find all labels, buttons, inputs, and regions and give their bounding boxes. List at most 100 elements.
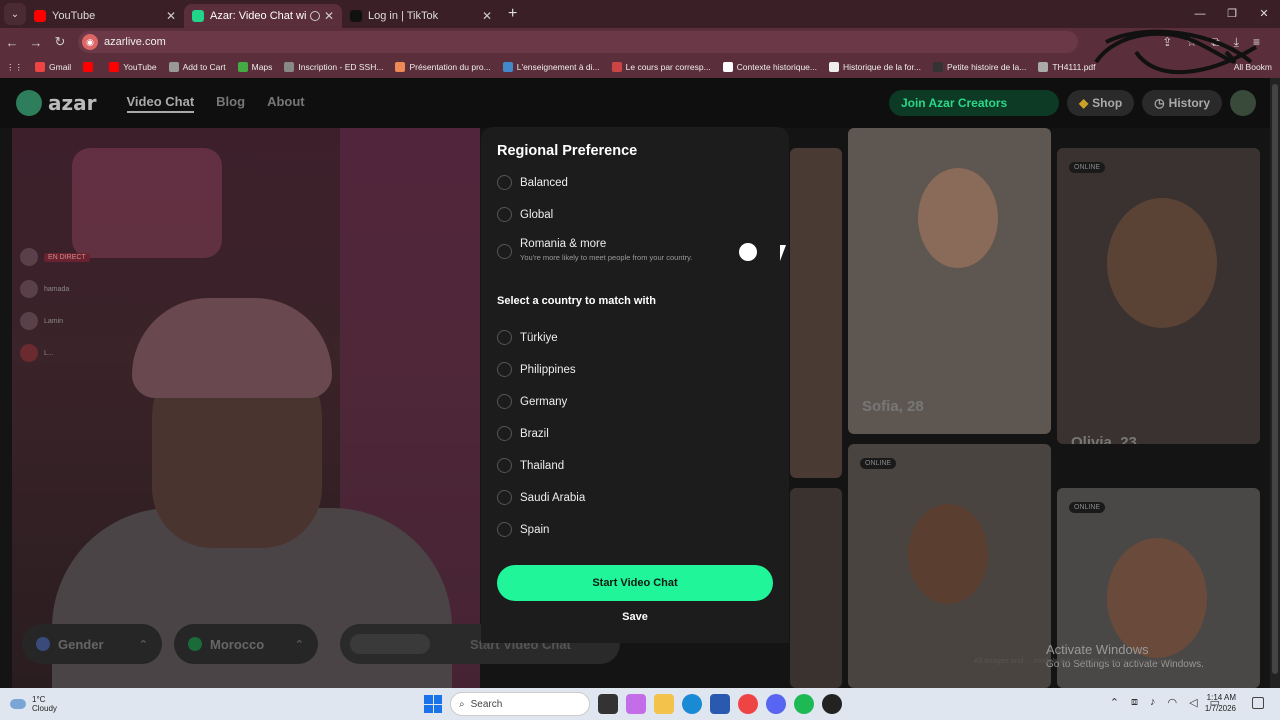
windows-start-icon[interactable] — [424, 695, 442, 713]
gender-filter-button[interactable]: Gender ⌃ — [22, 624, 162, 664]
azar-page: azar Video Chat Blog About Join Azar Cre… — [0, 78, 1270, 688]
chevron-up-icon[interactable]: ⌃ — [1110, 696, 1119, 709]
nav-blog[interactable]: Blog — [216, 94, 245, 113]
app-icon[interactable] — [822, 694, 842, 714]
bookmark-item[interactable] — [83, 62, 97, 72]
shop-button[interactable]: ◆ Shop — [1066, 90, 1135, 116]
nav-video-chat[interactable]: Video Chat — [126, 94, 195, 113]
profile-photo — [1107, 198, 1217, 328]
weather-widget[interactable]: 1°C Cloudy — [10, 695, 57, 713]
bookmark-item[interactable]: Le cours par corresp... — [611, 62, 711, 72]
copilot-icon[interactable] — [626, 694, 646, 714]
tab-youtube[interactable]: YouTube ✕ — [26, 4, 184, 28]
back-icon[interactable]: ← — [0, 35, 24, 50]
bookmark-item[interactable]: YouTube — [109, 62, 157, 72]
close-tab-icon[interactable]: ✕ — [166, 9, 176, 23]
discord-icon[interactable] — [766, 694, 786, 714]
radio-button[interactable] — [497, 175, 512, 190]
radio-button[interactable] — [497, 394, 512, 409]
scrollbar-thumb[interactable] — [1272, 84, 1278, 674]
profile-tile[interactable]: Sofia, 28 — [848, 128, 1051, 434]
close-tab-icon[interactable]: ✕ — [482, 9, 492, 23]
tab-azar[interactable]: Azar: Video Chat with New ✕ — [184, 4, 342, 28]
profile-tile[interactable]: ONLINE Olivia, 23 — [1057, 148, 1260, 444]
search-icon: ⌕ — [459, 698, 465, 710]
apps-icon[interactable]: ⋮⋮ — [6, 62, 23, 73]
tab-search-icon[interactable]: ⌄ — [4, 3, 26, 25]
bookmark-item[interactable]: Historique de la for... — [829, 62, 921, 72]
spotify-icon[interactable] — [794, 694, 814, 714]
bookmark-item[interactable]: Add to Cart — [168, 62, 226, 72]
store-icon[interactable] — [710, 694, 730, 714]
notification-icon[interactable] — [1252, 697, 1264, 709]
bookmark-item[interactable]: Contexte historique... — [722, 62, 817, 72]
country-toggle[interactable] — [738, 242, 772, 262]
start-video-chat-button[interactable]: Start Video Chat — [497, 565, 773, 601]
chrome-icon[interactable] — [738, 694, 758, 714]
history-button[interactable]: ◷ History — [1142, 90, 1222, 116]
forward-icon[interactable]: → — [24, 35, 48, 50]
bookmark-item[interactable]: Gmail — [35, 62, 71, 72]
microphone-icon[interactable]: ♪ — [1150, 696, 1156, 709]
country-option[interactable]: Türkiye — [497, 330, 558, 345]
profile-tile-partial[interactable] — [790, 148, 842, 478]
bookmark-item[interactable]: Inscription - ED SSH... — [284, 62, 383, 72]
country-option[interactable]: Germany — [497, 394, 567, 409]
country-option[interactable]: Spain — [497, 522, 549, 537]
radio-button[interactable] — [497, 330, 512, 345]
profile-avatar[interactable] — [1230, 90, 1256, 116]
tab-tiktok[interactable]: Log in | TikTok ✕ — [342, 4, 500, 28]
nav-about[interactable]: About — [267, 94, 305, 113]
country-label: Saudi Arabia — [520, 491, 586, 504]
country-option[interactable]: Brazil — [497, 426, 549, 441]
edge-icon[interactable] — [682, 694, 702, 714]
bookmark-item[interactable]: L'enseignement à di... — [502, 62, 600, 72]
option-global[interactable]: Global — [497, 207, 553, 222]
radio-button[interactable] — [497, 244, 512, 259]
save-button[interactable]: Save — [497, 611, 773, 623]
volume-icon[interactable]: ◁ — [1189, 696, 1197, 709]
file-explorer-icon[interactable] — [654, 694, 674, 714]
bookmark-icon — [35, 62, 45, 72]
taskbar-clock[interactable]: 1:14 AM 1/7/2026 — [1205, 692, 1236, 714]
taskbar-search[interactable]: ⌕ Search — [450, 692, 590, 716]
option-label: Balanced — [520, 176, 568, 189]
bookmark-item[interactable]: Présentation du pro... — [395, 62, 491, 72]
profile-tile[interactable]: ONLINE — [848, 444, 1051, 688]
radio-button[interactable] — [497, 362, 512, 377]
radio-button[interactable] — [497, 426, 512, 441]
modal-title: Regional Preference — [497, 143, 638, 159]
radio-button[interactable] — [497, 522, 512, 537]
option-romania[interactable]: Romania & more You're more likely to mee… — [497, 238, 692, 262]
person-cap — [132, 298, 332, 398]
radio-button[interactable] — [497, 207, 512, 222]
windows-taskbar: 1°C Cloudy ⌕ Search ⌃ ⧈ ♪ ◠ ◁ ▭ 1:14 AM … — [0, 688, 1280, 720]
network-icon[interactable]: ⧈ — [1131, 696, 1138, 709]
country-label: Morocco — [210, 636, 265, 652]
profile-photo — [908, 504, 988, 604]
avatar — [20, 280, 38, 298]
bookmark-item[interactable]: Maps — [237, 62, 273, 72]
bookmark-item[interactable]: Petite histoire de la... — [932, 62, 1026, 72]
country-option[interactable]: Thailand — [497, 458, 564, 473]
new-tab-button[interactable]: + — [508, 5, 517, 23]
task-view-icon[interactable] — [598, 694, 618, 714]
join-creators-button[interactable]: Join Azar Creators — [888, 90, 1059, 116]
reload-icon[interactable]: ↻ — [48, 34, 72, 50]
country-option[interactable]: Saudi Arabia — [497, 490, 585, 505]
azar-logo[interactable]: azar — [16, 90, 97, 116]
url-text: azarlive.com — [104, 36, 166, 48]
site-info-icon[interactable]: ◉ — [82, 34, 98, 50]
wifi-icon[interactable]: ◠ — [1168, 696, 1178, 709]
url-field[interactable]: ◉ azarlive.com — [78, 31, 1078, 53]
radio-button[interactable] — [497, 490, 512, 505]
option-label: Global — [520, 208, 554, 221]
country-option[interactable]: Philippines — [497, 362, 576, 377]
option-balanced[interactable]: Balanced — [497, 175, 568, 190]
country-filter-button[interactable]: Morocco ⌃ — [174, 624, 318, 664]
profile-tile-partial[interactable] — [790, 488, 842, 688]
bookmark-label: Maps — [251, 62, 273, 72]
page-scrollbar[interactable] — [1270, 78, 1280, 688]
radio-button[interactable] — [497, 458, 512, 473]
close-tab-icon[interactable]: ✕ — [324, 9, 334, 23]
